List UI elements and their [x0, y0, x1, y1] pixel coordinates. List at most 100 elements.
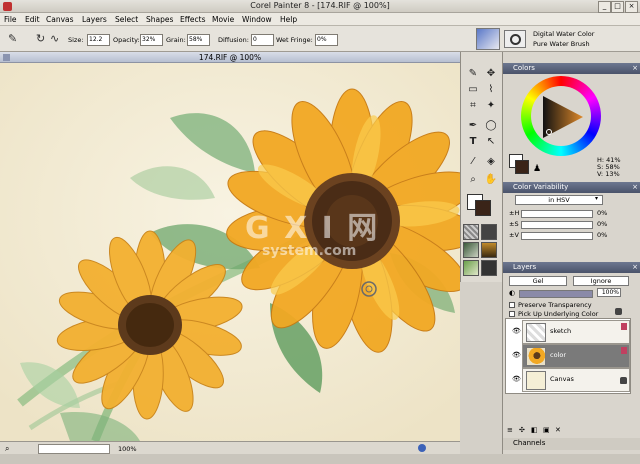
size-field[interactable]: 12.2 — [87, 34, 110, 46]
eye-icon[interactable]: 👁 — [512, 351, 521, 359]
channels-panel-header[interactable]: Channels — [503, 438, 640, 450]
layer-mask-icon[interactable]: ◧ — [531, 426, 538, 434]
window-title: Corel Painter 8 - [174.RIF @ 100%] — [250, 1, 390, 10]
color-panel-primary-swatch[interactable] — [515, 160, 529, 174]
crop-icon[interactable]: ⌗ — [465, 98, 481, 114]
layer-opacity-value[interactable]: 100% — [597, 288, 621, 297]
layers-panel-title: Layers — [513, 263, 537, 271]
layers-lock-icon[interactable] — [615, 308, 622, 315]
look-selector-icon[interactable] — [481, 260, 497, 276]
menu-edit[interactable]: Edit — [25, 15, 40, 24]
reset-tool-icon[interactable]: ↻ — [36, 32, 45, 45]
menu-select[interactable]: Select — [115, 15, 138, 24]
menu-window[interactable]: Window — [242, 15, 272, 24]
select-arrow-icon[interactable]: ↖ — [483, 134, 499, 150]
weaving-selector-icon[interactable] — [481, 242, 497, 258]
layer-type-icon — [621, 323, 627, 330]
brush-dab-icon — [510, 34, 521, 45]
variability-mode-select[interactable]: in HSV — [515, 195, 603, 205]
title-bar: Corel Painter 8 - [174.RIF @ 100%] _ □ × — [0, 0, 640, 13]
diffusion-field[interactable]: 0 — [251, 34, 274, 46]
pick-up-underlying-checkbox[interactable] — [509, 311, 515, 317]
layer-opacity-slider[interactable] — [519, 290, 593, 298]
shape-icon[interactable]: ◯ — [483, 118, 499, 134]
primary-color-swatch[interactable] — [475, 200, 491, 216]
wet-fringe-field[interactable]: 0% — [315, 34, 338, 46]
new-layer-icon[interactable]: ▣ — [543, 426, 550, 434]
channels-panel-title: Channels — [513, 439, 546, 447]
layer-commands: ≡ ✣ ◧ ▣ ✕ — [507, 426, 627, 436]
nozzle-selector-icon[interactable] — [463, 260, 479, 276]
brush-variant-icon[interactable] — [504, 30, 526, 48]
magic-wand-icon[interactable]: ✦ — [483, 98, 499, 114]
rectangle-select-icon[interactable]: ▭ — [465, 82, 481, 98]
menu-layers[interactable]: Layers — [82, 15, 107, 24]
layer-commands-icon[interactable]: ≡ — [507, 426, 513, 434]
grain-field[interactable]: 58% — [187, 34, 210, 46]
composite-method-select[interactable]: Gel — [509, 276, 567, 286]
variability-hue-slider[interactable] — [521, 210, 593, 218]
close-icon[interactable]: × — [632, 63, 638, 74]
variability-value-slider[interactable] — [521, 232, 593, 240]
property-bar: ✎ ↻ ∿ Size: 12.2 Opacity: 32% Grain: 58%… — [0, 26, 640, 52]
text-icon[interactable]: T — [465, 134, 481, 150]
pattern-selector-icon[interactable] — [481, 224, 497, 240]
preserve-transparency-checkbox[interactable] — [509, 302, 515, 308]
brush-icon[interactable]: ✎ — [465, 66, 481, 82]
pen-icon[interactable]: ✒ — [465, 118, 481, 134]
menu-canvas[interactable]: Canvas — [46, 15, 74, 24]
eye-icon[interactable]: 👁 — [512, 327, 521, 335]
layer-row-color[interactable]: color — [522, 344, 630, 368]
menu-help[interactable]: Help — [280, 15, 297, 24]
chevron-down-icon[interactable]: ▾ — [595, 195, 598, 202]
paint-bucket-icon[interactable]: ◈ — [483, 154, 499, 170]
menu-file[interactable]: File — [4, 15, 17, 24]
preserve-transparency-label: Preserve Transparency — [518, 301, 592, 309]
layer-row-canvas[interactable]: Canvas — [522, 368, 630, 392]
rotate-icon[interactable] — [418, 444, 426, 452]
lock-icon[interactable] — [620, 377, 627, 384]
menu-effects[interactable]: Effects — [180, 15, 206, 24]
variability-value-value: 0% — [597, 231, 608, 239]
magnifier-icon[interactable]: ⌕ — [465, 172, 481, 188]
lasso-icon[interactable]: ⌇ — [483, 82, 499, 98]
composite-depth-select[interactable]: Ignore — [573, 276, 629, 286]
close-icon[interactable]: × — [632, 182, 638, 193]
color-variability-panel-header[interactable]: Color Variability × — [503, 182, 640, 193]
close-button[interactable]: × — [625, 1, 638, 13]
composite-method-value: Gel — [532, 277, 544, 285]
dropper-icon[interactable]: ⁄ — [465, 154, 481, 170]
minimize-button[interactable]: _ — [598, 1, 611, 13]
stroke-type-icon[interactable]: ∿ — [50, 32, 59, 45]
colors-panel-title: Colors — [513, 64, 535, 72]
layer-thumbnail — [526, 323, 546, 342]
zoom-slider[interactable] — [38, 444, 110, 454]
zoom-icon[interactable]: ⌕ — [5, 444, 9, 454]
layers-panel-header[interactable]: Layers × — [503, 262, 640, 273]
clone-color-icon[interactable]: ♟ — [533, 164, 541, 174]
brush-category-icon[interactable] — [476, 28, 500, 50]
layer-thumbnail — [526, 347, 546, 366]
dynamic-plugins-icon[interactable]: ✣ — [519, 426, 525, 434]
move-icon[interactable]: ✥ — [483, 66, 499, 82]
colors-panel-header[interactable]: Colors × — [503, 63, 640, 74]
menu-movie[interactable]: Movie — [212, 15, 234, 24]
paper-selector-icon[interactable] — [463, 224, 479, 240]
close-icon[interactable]: × — [632, 262, 638, 273]
opacity-field[interactable]: 32% — [140, 34, 163, 46]
painting-canvas[interactable]: G X I 网 system.com — [0, 63, 460, 441]
variability-saturation-slider[interactable] — [521, 221, 593, 229]
menu-shapes[interactable]: Shapes — [146, 15, 173, 24]
document-title: 174.RIF @ 100% — [198, 53, 262, 62]
maximize-button[interactable]: □ — [611, 1, 624, 13]
brush-variant-label[interactable]: Pure Water Brush — [533, 40, 590, 48]
gradient-selector-icon[interactable] — [463, 242, 479, 258]
brush-category-label[interactable]: Digital Water Color — [533, 30, 594, 38]
delete-layer-icon[interactable]: ✕ — [555, 426, 561, 434]
eye-icon[interactable]: 👁 — [512, 375, 521, 383]
brush-tool-icon[interactable]: ✎ — [8, 32, 17, 45]
grabber-hand-icon[interactable]: ✋ — [483, 172, 499, 188]
composite-depth-value: Ignore — [590, 277, 612, 285]
layer-row-sketch[interactable]: sketch — [522, 320, 630, 344]
saturation-value-triangle[interactable] — [537, 92, 587, 142]
